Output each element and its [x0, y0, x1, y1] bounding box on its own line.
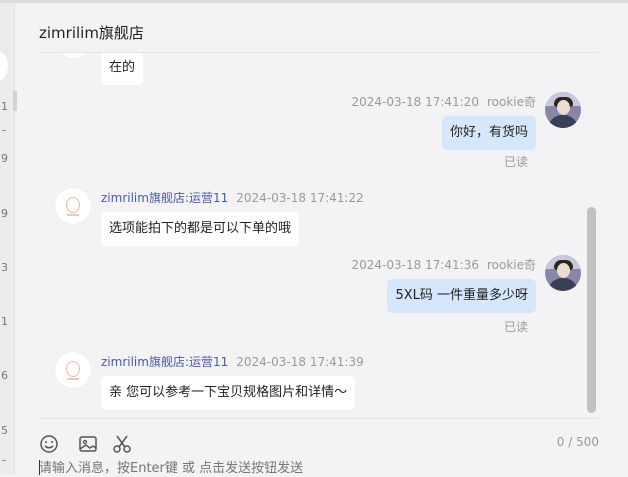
image-icon[interactable]	[77, 433, 99, 455]
list-tick	[2, 460, 6, 461]
text-caret	[39, 460, 40, 475]
user-avatar[interactable]	[545, 92, 581, 128]
shop-avatar[interactable]	[55, 188, 91, 224]
list-count: 9	[1, 152, 8, 165]
message-time: 2024-03-18 17:41:39	[236, 355, 364, 369]
top-strip	[0, 0, 628, 3]
message-bubble-incoming: 选项能拍下的都是可以下单的哦	[101, 212, 300, 246]
user-avatar[interactable]	[545, 255, 581, 291]
list-avatar-partial	[0, 51, 8, 81]
logo-mark	[66, 197, 80, 213]
message-scrollbar[interactable]	[587, 207, 596, 413]
list-count: 1	[1, 100, 8, 113]
composer-divider	[38, 418, 598, 419]
emoji-icon[interactable]	[38, 433, 60, 455]
avatar-face	[557, 263, 570, 278]
list-tick	[2, 130, 6, 131]
list-count: 9	[1, 207, 8, 220]
sender-name: rookie奇	[486, 95, 536, 109]
sender-name[interactable]: zimrilim旗舰店:运营11	[101, 355, 228, 369]
scissors-icon[interactable]	[111, 433, 133, 455]
message-bubble-incoming: 亲 您可以参考一下宝贝规格图片和详情～	[101, 376, 356, 410]
message-time: 2024-03-18 17:41:36	[351, 258, 479, 272]
message-bubble-outgoing: 5XL码 一件重量多少呀	[387, 279, 536, 313]
message-meta: 2024-03-18 17:41:36 rookie奇	[352, 256, 536, 273]
message-meta: zimrilim旗舰店:运营11 2024-03-18 17:41:22	[101, 189, 364, 206]
message-time: 2024-03-18 17:41:20	[351, 95, 479, 109]
list-count: 1	[1, 315, 8, 328]
shop-avatar[interactable]	[55, 352, 91, 388]
conversation-list-edge[interactable]	[0, 3, 17, 474]
list-count: 3	[1, 261, 8, 274]
message-bubble-outgoing: 你好，有货吗	[441, 116, 536, 150]
message-list[interactable]: 在的 2024-03-18 17:41:20 rookie奇 你好，有货吗 已读 …	[38, 53, 598, 418]
sender-name[interactable]: zimrilim旗舰店:运营11	[101, 191, 228, 205]
message-meta: zimrilim旗舰店:运营11 2024-03-18 17:41:39	[101, 353, 364, 370]
avatar-body	[548, 278, 578, 291]
avatar-face	[557, 100, 570, 115]
chat-title: zimrilim旗舰店	[39, 24, 144, 42]
list-count: 6	[1, 369, 8, 382]
char-counter: 0 / 500	[556, 435, 599, 449]
sender-name: rookie奇	[486, 258, 536, 272]
message-time: 2024-03-18 17:41:22	[236, 191, 364, 205]
read-status: 已读	[503, 155, 528, 169]
logo-text	[67, 214, 79, 216]
logo-text	[67, 378, 79, 380]
list-count: 5	[1, 424, 8, 437]
message-meta: 2024-03-18 17:41:20 rookie奇	[352, 93, 536, 110]
message-bubble-incoming: 在的	[101, 53, 144, 85]
read-status: 已读	[503, 320, 528, 334]
shop-avatar[interactable]	[55, 53, 91, 58]
avatar-body	[548, 115, 578, 128]
selected-indicator	[13, 91, 17, 111]
message-input[interactable]	[39, 459, 599, 477]
logo-mark	[66, 361, 80, 377]
